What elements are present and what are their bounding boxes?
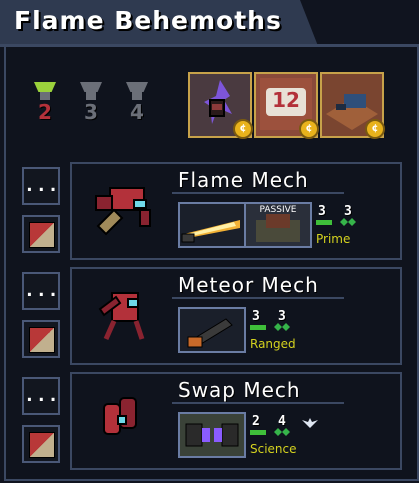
name-underline	[172, 192, 344, 194]
rank-cap	[126, 82, 148, 92]
mech-options-button[interactable]: ...	[22, 167, 60, 205]
rank-stem	[86, 92, 96, 100]
meteor-mech-sprite	[98, 292, 145, 341]
mech-class: Science	[250, 442, 297, 456]
move-icon	[274, 428, 290, 436]
mech-options-button[interactable]: ...	[22, 272, 60, 310]
rank-4: 4	[126, 82, 148, 130]
squad-window: Flame Behemoths 2 3 4 ¢ 12 ¢ ¢ ... Flame…	[0, 0, 419, 483]
rank-stem	[132, 92, 142, 100]
color-swatch	[29, 222, 55, 248]
coin-icon: ¢	[233, 119, 253, 139]
mech-color-button[interactable]	[22, 320, 60, 358]
rank-label: 3	[84, 100, 98, 124]
mech-name: Flame Mech	[178, 168, 309, 192]
mech-options-button[interactable]: ...	[22, 377, 60, 415]
mech-class: Ranged	[250, 337, 296, 351]
mech-color-button[interactable]	[22, 425, 60, 463]
passive-weapon[interactable]: PASSIVE	[244, 202, 312, 248]
rank-cap	[80, 82, 102, 92]
health-value: 2	[252, 414, 260, 429]
move-icon	[340, 218, 356, 226]
swap-mech-sprite	[103, 397, 137, 435]
flame-icon	[180, 204, 244, 246]
pilot-portal[interactable]: ¢	[188, 72, 253, 139]
health-bar	[316, 220, 332, 225]
health-value: 3	[318, 204, 326, 219]
mech-class: Prime	[316, 232, 351, 246]
rank-label: 4	[130, 100, 144, 124]
options-dots: ...	[24, 280, 60, 301]
squad-title: Flame Behemoths	[14, 6, 282, 35]
swap-weapon[interactable]	[178, 412, 246, 458]
coin-icon: ¢	[365, 119, 385, 139]
flamethrower-weapon[interactable]	[178, 202, 246, 248]
mech-color-button[interactable]	[22, 215, 60, 253]
mech-name: Swap Mech	[178, 378, 301, 402]
name-underline	[172, 402, 344, 404]
flying-icon	[302, 418, 318, 428]
health-bar	[250, 325, 266, 330]
rank-cap	[34, 82, 56, 92]
name-underline	[172, 297, 344, 299]
mech-card-flame[interactable]: Flame Mech PASSIVE 3 3 Prime	[70, 162, 402, 260]
pilot-number-label: 12	[272, 88, 300, 112]
health-bar	[250, 430, 266, 435]
rank-label: 2	[38, 100, 52, 124]
options-dots: ...	[24, 385, 60, 406]
flame-mech-sprite	[95, 187, 151, 236]
swap-icon	[180, 414, 244, 456]
options-dots: ...	[24, 175, 60, 196]
color-swatch	[29, 327, 55, 353]
coin-icon: ¢	[299, 119, 319, 139]
artillery-icon	[180, 309, 244, 351]
rank-stem	[40, 92, 50, 100]
mech-card-meteor[interactable]: Meteor Mech 3 3 Ranged	[70, 267, 402, 365]
artillery-weapon[interactable]	[178, 307, 246, 353]
pilot-tank[interactable]: ¢	[320, 72, 385, 139]
move-icon	[274, 323, 290, 331]
passive-label: PASSIVE	[259, 205, 297, 215]
color-swatch	[29, 432, 55, 458]
health-value: 3	[252, 309, 260, 324]
mech-card-swap[interactable]: Swap Mech 2 4 Science	[70, 372, 402, 470]
mech-name: Meteor Mech	[178, 273, 319, 297]
pilot-number[interactable]: 12 ¢	[254, 72, 319, 139]
rank-2: 2	[34, 82, 56, 130]
rank-3: 3	[80, 82, 102, 130]
